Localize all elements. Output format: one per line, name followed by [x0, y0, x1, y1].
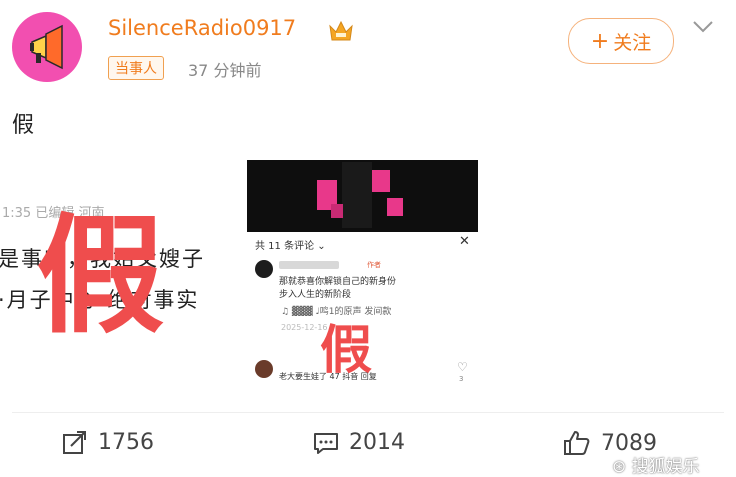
- video-thumbnail: [247, 160, 478, 232]
- party-badge: 当事人: [108, 56, 164, 80]
- follow-button[interactable]: + 关注: [568, 18, 674, 64]
- username[interactable]: SilenceRadio0917: [108, 16, 296, 40]
- commenter-avatar: [255, 260, 273, 278]
- chevron-down-icon[interactable]: [692, 20, 714, 34]
- share-button[interactable]: 1756: [62, 430, 154, 455]
- fake-stamp-small: 假: [320, 320, 373, 381]
- fake-stamp-large: 假: [36, 201, 165, 351]
- heart-count: 3: [459, 375, 464, 383]
- watermark: ⊛ 搜狐娱乐: [612, 452, 700, 477]
- comment-count: 2014: [349, 430, 405, 455]
- avatar[interactable]: [12, 12, 82, 82]
- comment-line-2: 步入人生的新阶段: [279, 290, 352, 300]
- comment-icon: [314, 432, 338, 454]
- watermark-text: 搜狐娱乐: [631, 457, 700, 477]
- close-icon[interactable]: ✕: [459, 234, 470, 249]
- second-commenter-avatar: [255, 360, 273, 378]
- vip-crown-icon: [329, 20, 353, 41]
- megaphone-icon: [30, 24, 63, 70]
- author-tag: 作者: [367, 261, 381, 269]
- post-text: 假: [12, 113, 35, 138]
- thumbs-up-icon: [564, 431, 590, 455]
- comment-button[interactable]: 2014: [313, 430, 405, 455]
- comment-line-1: 那就恭喜你解锁自己的新身份: [279, 277, 397, 287]
- post-time: 37 分钟前: [188, 61, 262, 80]
- heart-icon[interactable]: ♡: [457, 360, 468, 374]
- share-count: 1756: [98, 430, 154, 455]
- commenter-name-blurred: [279, 261, 339, 269]
- plus-icon: +: [590, 28, 610, 54]
- comment-music: ♫ ▓▓▓ ♩鸣1的原声 发间款: [281, 307, 392, 317]
- comments-header: 共 11 条评论 ⌄: [255, 241, 326, 252]
- follow-label: 关注: [613, 31, 652, 54]
- video-frame: [247, 160, 478, 232]
- share-icon: [63, 430, 86, 454]
- weibo-icon: ⊛: [612, 457, 632, 477]
- divider: [12, 412, 724, 413]
